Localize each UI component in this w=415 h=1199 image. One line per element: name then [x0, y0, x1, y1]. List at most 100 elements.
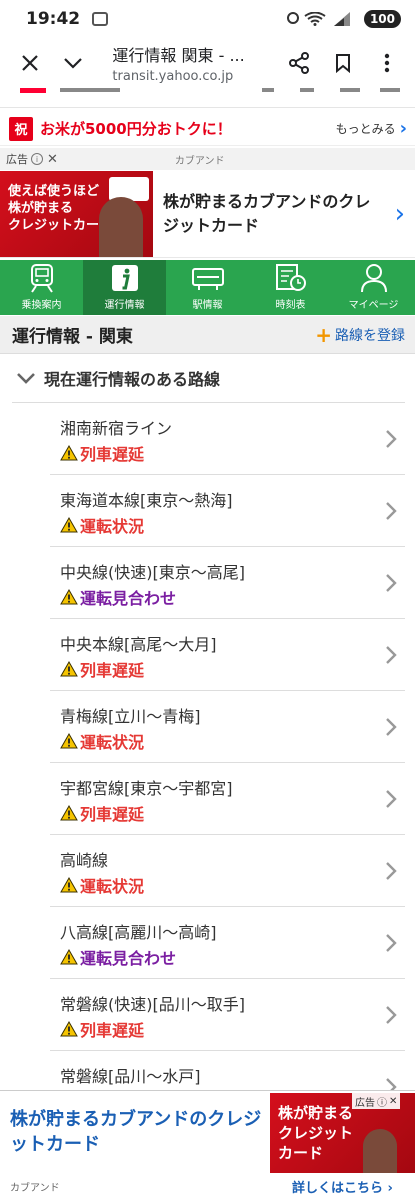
header-icon-fragment	[262, 88, 274, 92]
route-row[interactable]: 常磐線(快速)[品川～取手] 列車遅延	[0, 979, 415, 1051]
route-row[interactable]: 湘南新宿ライン列車遅延	[0, 403, 415, 475]
page-tab-title: 運行情報 関東 - ...	[112, 46, 245, 65]
ad-headline[interactable]: 株が貯まるカブアンドのクレジットカード	[163, 190, 383, 238]
promo-more-link[interactable]: もっとみる	[336, 120, 396, 137]
route-status: 列車遅延	[60, 1017, 144, 1041]
train-icon	[25, 262, 59, 294]
chevron-right-icon: ›	[387, 1181, 393, 1196]
ad-image[interactable]: 使えば使うほど 株が貯まる クレジットカード	[0, 170, 153, 257]
chevron-right-icon: ›	[399, 118, 407, 139]
chevron-right-icon	[385, 573, 397, 597]
route-status: 列車遅延	[60, 801, 144, 825]
logo-fragment	[20, 88, 46, 93]
route-name: 中央本線[高尾～大月]	[60, 635, 217, 654]
ad-more-link[interactable]: 詳しくはこちら ›	[292, 1177, 393, 1196]
celebration-badge: 祝	[9, 116, 33, 141]
route-status: 運転見合わせ	[60, 945, 176, 969]
nav-item-service-info[interactable]: 運行情報	[83, 260, 166, 315]
add-route-label: 路線を登録	[335, 327, 405, 344]
plus-icon: +	[315, 322, 332, 347]
location-icon	[286, 12, 299, 26]
station-icon	[191, 262, 225, 294]
ad-close-icon[interactable]: ✕	[389, 1096, 397, 1107]
ad-label: 広告	[355, 1097, 375, 1109]
route-row[interactable]: 八高線[高麗川～高崎] 運転見合わせ	[0, 907, 415, 979]
wifi-icon	[304, 12, 326, 26]
header-icon-fragment	[300, 88, 314, 92]
route-name: 常磐線(快速)[品川～取手]	[60, 995, 245, 1014]
chevron-right-icon	[385, 789, 397, 813]
close-icon[interactable]	[10, 43, 49, 83]
browser-actions	[279, 43, 407, 83]
ad-headline[interactable]: 株が貯まるカブアンドのクレジットカード	[10, 1107, 265, 1157]
route-name: 常磐線[品川～水戸]	[60, 1067, 201, 1086]
promo-text: お米が5000円分おトクに！	[40, 120, 232, 138]
chevron-right-icon	[385, 717, 397, 741]
info-icon	[108, 262, 142, 294]
chevron-down-icon[interactable]	[53, 43, 92, 83]
scrolled-header-peek	[0, 88, 415, 108]
status-bar: 19:42 100	[0, 0, 415, 38]
browser-toolbar: 運行情報 関東 - ... transit.yahoo.co.jp	[0, 38, 415, 88]
route-row[interactable]: 青梅線[立川～青梅] 運転状況	[0, 691, 415, 763]
route-status: 列車遅延	[60, 657, 144, 681]
ad-close-icon[interactable]: ✕	[47, 152, 58, 167]
route-status: 列車遅延	[60, 441, 144, 465]
route-name: 宇都宮線[東京～宇都宮]	[60, 779, 233, 798]
status-time: 19:42	[26, 9, 81, 29]
nav-item-mypage[interactable]: マイページ	[332, 260, 415, 315]
ad-info-icon[interactable]: i	[31, 153, 43, 165]
route-status-label: 列車遅延	[80, 1021, 145, 1040]
page-title: 運行情報 - 関東	[12, 327, 133, 347]
bookmark-icon[interactable]	[323, 43, 363, 83]
ad-label: 広告	[6, 153, 28, 166]
nav-item-station[interactable]: 駅情報	[166, 260, 249, 315]
route-status: 運転状況	[60, 513, 144, 537]
more-vert-icon[interactable]	[367, 43, 407, 83]
nav-label: マイページ	[348, 300, 399, 311]
status-right: 100	[286, 10, 401, 28]
route-status-label: 運転状況	[80, 877, 145, 896]
ad-image-text: 株が貯まる クレジット カード	[278, 1104, 354, 1162]
service-nav: 乗換案内 運行情報 駅情報 時刻表 マイページ	[0, 260, 415, 315]
chevron-right-icon	[385, 861, 397, 885]
share-icon[interactable]	[279, 43, 319, 83]
chevron-right-icon[interactable]: ›	[395, 199, 405, 229]
route-status-label: 列車遅延	[80, 661, 145, 680]
warning-icon	[60, 589, 78, 605]
route-row[interactable]: 高崎線 運転状況	[0, 835, 415, 907]
warning-icon	[60, 877, 78, 893]
nav-item-timetable[interactable]: 時刻表	[249, 260, 332, 315]
route-name: 中央線(快速)[東京～高尾]	[60, 563, 245, 582]
route-row[interactable]: 中央本線[高尾～大月] 列車遅延	[0, 619, 415, 691]
nav-label: 時刻表	[275, 300, 306, 311]
route-status-label: 運転状況	[80, 733, 145, 752]
route-name: 湘南新宿ライン	[60, 419, 173, 438]
route-status: 運転見合わせ	[60, 585, 176, 609]
chevron-right-icon	[385, 1005, 397, 1029]
add-route-button[interactable]: + 路線を登録	[315, 325, 405, 345]
route-status: 運転状況	[60, 873, 144, 897]
ad-label-box: 広告 ⓘ ✕	[352, 1093, 401, 1109]
route-row[interactable]: 中央線(快速)[東京～高尾] 運転見合わせ	[0, 547, 415, 619]
ad-label-bar: 広告 i ✕ カブアンド	[0, 148, 415, 170]
signal-icon	[333, 12, 356, 26]
page-url: transit.yahoo.co.jp	[112, 69, 234, 84]
header-text-fragment	[60, 88, 120, 92]
warning-icon	[60, 517, 78, 533]
section-toggle[interactable]: 現在運行情報のある路線	[0, 356, 415, 400]
chevron-right-icon	[385, 429, 397, 453]
warning-icon	[60, 445, 78, 461]
warning-icon	[60, 661, 78, 677]
nav-item-transfer[interactable]: 乗換案内	[0, 260, 83, 315]
ad-image-text: 使えば使うほど 株が貯まる クレジットカード	[8, 183, 113, 233]
top-ad-banner[interactable]: 使えば使うほど 株が貯まる クレジットカード 株が貯まるカブアンドのクレジットカ…	[0, 170, 415, 258]
browser-title-block[interactable]: 運行情報 関東 - ... transit.yahoo.co.jp	[112, 42, 279, 84]
ad-info-icon[interactable]: ⓘ	[377, 1094, 387, 1109]
route-row[interactable]: 宇都宮線[東京～宇都宮] 列車遅延	[0, 763, 415, 835]
route-row[interactable]: 東海道本線[東京～熱海] 運転状況	[0, 475, 415, 547]
route-status: 運転状況	[60, 729, 144, 753]
promo-banner[interactable]: 祝 お米が5000円分おトクに！ もっとみる ›	[0, 112, 415, 146]
bottom-ad-banner[interactable]: 株が貯まるカブアンドのクレジットカード 株が貯まる クレジット カード 広告 ⓘ…	[0, 1090, 415, 1199]
header-icon-fragment	[340, 88, 360, 92]
